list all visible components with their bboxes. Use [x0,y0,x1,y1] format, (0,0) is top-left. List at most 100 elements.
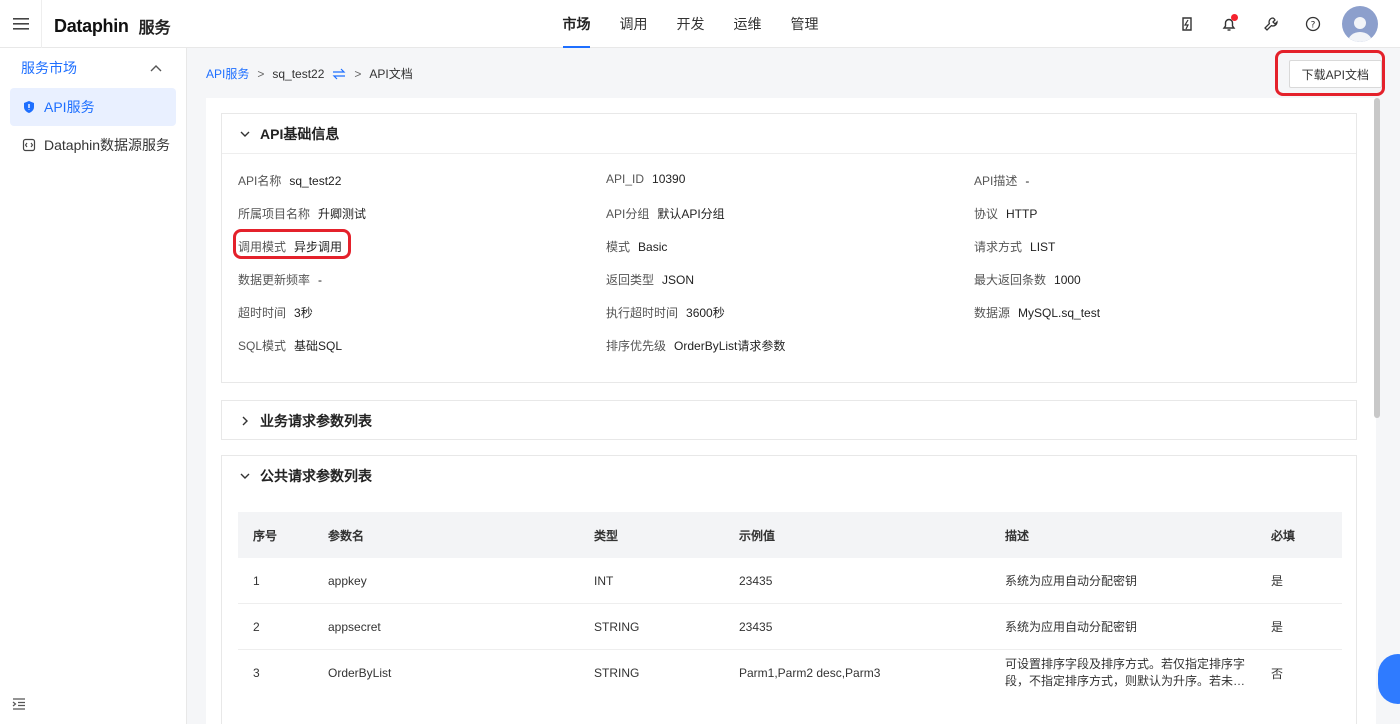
table-cell: INT [594,573,614,588]
table-cell: 1 [253,573,260,588]
info-update-frequency: 数据更新频率 - [238,273,323,287]
info-sort-priority: 排序优先级 OrderByList请求参数 [606,339,786,353]
table-row: 3 OrderByList STRING Parm1,Parm2 desc,Pa… [238,650,1342,696]
svg-text:?: ? [1311,21,1316,31]
section-public-params: 公共请求参数列表 序号 参数名 类型 示例值 描述 必填 1 appkey IN… [221,455,1357,724]
brand-logo: Dataphin [54,15,129,36]
section-title: 公共请求参数列表 [260,468,372,484]
help-button[interactable]: ? [1292,0,1334,48]
public-params-table: 序号 参数名 类型 示例值 描述 必填 1 appkey INT 23435 系… [238,512,1342,696]
info-return-type: 返回类型 JSON [606,273,695,287]
download-api-doc-button[interactable]: 下载API文档 [1288,60,1382,88]
info-api-id: API_ID 10390 [606,172,686,186]
indent-icon [12,698,25,710]
column-header: 描述 [1005,528,1030,543]
info-max-rows: 最大返回条数 1000 [974,273,1081,287]
main-nav: 市场 调用 开发 运维 管理 [548,0,833,48]
sidebar-item-api-service[interactable]: API服务 [10,88,176,126]
sidebar-group-market[interactable]: 服务市场 [0,48,186,88]
table-cell: STRING [594,619,640,634]
lightning-icon [1182,17,1192,31]
shield-icon [24,101,34,113]
breadcrumb: API服务 > sq_test22 > API文档 [206,65,413,82]
help-icon: ? [1305,16,1321,32]
chevron-down-icon [240,131,250,137]
info-api-group: API分组 默认API分组 [606,207,725,221]
collapse-sidebar-button[interactable] [12,697,26,714]
table-row: 1 appkey INT 23435 系统为应用自动分配密钥 是 [238,558,1342,604]
nav-develop[interactable]: 开发 [662,0,719,48]
section-title: 业务请求参数列表 [260,413,372,429]
column-header: 参数名 [328,528,365,543]
chevron-up-icon [150,65,162,72]
column-header: 示例值 [739,528,776,543]
section-business-params: 业务请求参数列表 [221,400,1357,440]
breadcrumb-separator: > [257,66,265,81]
table-cell: appsecret [328,619,381,634]
table-cell: OrderByList [328,666,392,680]
section-header[interactable]: 公共请求参数列表 [222,456,1356,496]
section-header[interactable]: API基础信息 [222,114,1356,154]
sidebar-item-datasource-service[interactable]: Dataphin数据源服务 [10,126,176,164]
chevron-down-icon [240,473,250,479]
sidebar-item-label: API服务 [44,99,95,115]
info-api-desc: API描述 - [974,174,1030,188]
vertical-scrollbar[interactable] [1374,98,1380,418]
info-protocol: 协议 HTTP [974,207,1038,221]
breadcrumb-root-link[interactable]: API服务 [206,65,249,82]
table-cell: 是 [1271,574,1284,588]
info-request-method: 请求方式 LIST [974,240,1056,254]
info-grid: API名称 sq_test22 API_ID 10390 API描述 - 所属项目名称… [222,154,1356,382]
task-button[interactable] [1166,0,1208,48]
floating-assistant-button[interactable] [1378,654,1400,704]
api-doc-content: API基础信息 API名称 sq_test22 API_ID 10390 API描述… [206,98,1376,724]
table-cell: Parm1,Parm2 desc,Parm3 [739,666,881,680]
info-sql-mode: SQL模式 基础SQL [238,339,343,353]
top-header: Dataphin 服务 市场 调用 开发 运维 管理 ? [0,0,1400,48]
chevron-right-icon [242,416,248,426]
section-title: API基础信息 [260,125,340,142]
breadcrumb-api: sq_test22 [272,66,325,81]
info-invoke-mode: 调用模式 异步调用 [238,240,343,254]
tools-button[interactable] [1250,0,1292,48]
breadcrumb-current: API文档 [369,67,413,81]
table-cell: 系统为应用自动分配密钥 [1005,574,1138,588]
nav-invoke[interactable]: 调用 [605,0,662,48]
table-header-row: 序号 参数名 类型 示例值 描述 必填 [238,512,1342,558]
brand[interactable]: Dataphin 服务 [54,14,171,38]
nav-manage[interactable]: 管理 [776,0,833,48]
column-header: 类型 [594,528,619,543]
notification-dot [1231,14,1238,21]
sidebar-item-label: Dataphin数据源服务 [44,137,171,153]
nav-ops[interactable]: 运维 [719,0,776,48]
info-api-name: API名称 sq_test22 [238,174,342,188]
sidebar: 服务市场 API服务 Dataphin数据源服务 [0,48,187,724]
datasource-icon [22,138,36,152]
user-avatar[interactable] [1342,6,1378,42]
table-cell: 2 [253,619,260,634]
nav-market[interactable]: 市场 [548,0,605,48]
main-area: API服务 > sq_test22 > API文档 下载API文档 API基础信… [187,48,1400,724]
hamburger-icon [12,18,29,30]
breadcrumb-separator: > [354,66,362,81]
brand-product: 服务 [138,20,171,37]
sidebar-group-label: 服务市场 [21,60,77,76]
table-cell: appkey [328,573,367,588]
info-timeout: 超时时间 3秒 [238,306,313,320]
section-header[interactable]: 业务请求参数列表 [222,401,1356,441]
user-icon [1348,17,1372,42]
column-header: 必填 [1271,528,1296,543]
info-project-name: 所属项目名称 升卿测试 [238,207,367,221]
info-mode: 模式 Basic [606,240,668,254]
table-cell: 3 [253,666,260,680]
notification-button[interactable] [1208,0,1250,48]
table-cell: 是 [1271,620,1284,634]
table-row: 2 appsecret STRING 23435 系统为应用自动分配密钥 是 [238,604,1342,650]
info-datasource: 数据源 MySQL.sq_test [974,306,1101,320]
table-cell: 可设置排序字段及排序方式。若仅指定排序字段，不指定排序方式，则默认为升序。若未… [1005,657,1246,688]
menu-toggle-button[interactable] [0,0,42,48]
table-cell: 23435 [739,573,773,588]
section-basic-info: API基础信息 API名称 sq_test22 API_ID 10390 API描述… [221,113,1357,383]
switch-icon[interactable] [332,68,346,80]
table-cell: 系统为应用自动分配密钥 [1005,620,1138,634]
